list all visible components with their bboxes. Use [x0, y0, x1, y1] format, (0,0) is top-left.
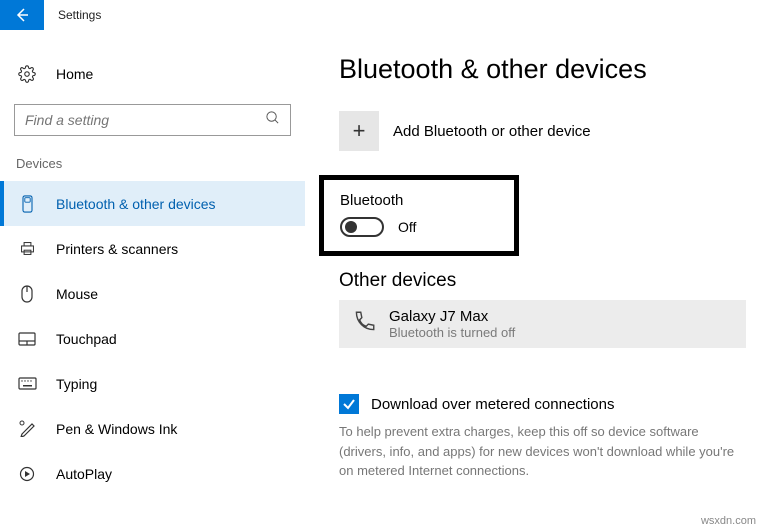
search-box[interactable] — [14, 104, 291, 136]
add-button[interactable]: + — [339, 111, 379, 151]
bluetooth-icon — [16, 195, 38, 213]
sidebar-item-bluetooth[interactable]: Bluetooth & other devices — [0, 181, 305, 226]
sidebar-item-label: Mouse — [56, 286, 98, 302]
search-input[interactable] — [15, 112, 252, 128]
metered-label: Download over metered connections — [371, 396, 614, 413]
pen-icon — [16, 420, 38, 437]
credit-text: wsxdn.com — [701, 515, 756, 527]
sidebar: Home Devices Bluetooth & other devices P… — [0, 30, 305, 531]
back-button[interactable] — [0, 0, 44, 30]
page-title: Bluetooth & other devices — [339, 54, 746, 85]
search-icon — [265, 110, 280, 130]
sidebar-item-pen[interactable]: Pen & Windows Ink — [0, 406, 305, 451]
keyboard-icon — [16, 377, 38, 390]
content-pane: Bluetooth & other devices + Add Bluetoot… — [305, 30, 764, 531]
sidebar-item-printers[interactable]: Printers & scanners — [0, 226, 305, 271]
sidebar-item-label: Touchpad — [56, 331, 117, 347]
device-item[interactable]: Galaxy J7 Max Bluetooth is turned off — [339, 300, 746, 348]
device-status: Bluetooth is turned off — [389, 325, 515, 340]
autoplay-icon — [16, 466, 38, 482]
plus-icon: + — [353, 118, 366, 144]
sidebar-item-label: Typing — [56, 376, 97, 392]
metered-help-text: To help prevent extra charges, keep this… — [339, 422, 739, 481]
touchpad-icon — [16, 332, 38, 346]
mouse-icon — [16, 285, 38, 303]
bluetooth-state: Off — [398, 219, 416, 235]
toggle-knob — [345, 221, 357, 233]
add-device-label: Add Bluetooth or other device — [393, 123, 591, 140]
printer-icon — [16, 240, 38, 257]
sidebar-item-mouse[interactable]: Mouse — [0, 271, 305, 316]
sidebar-item-label: Pen & Windows Ink — [56, 421, 177, 437]
sidebar-item-label: AutoPlay — [56, 466, 112, 482]
section-header: Devices — [0, 156, 305, 171]
sidebar-item-label: Bluetooth & other devices — [56, 196, 216, 212]
sidebar-item-typing[interactable]: Typing — [0, 361, 305, 406]
bluetooth-label: Bluetooth — [340, 192, 496, 209]
sidebar-item-autoplay[interactable]: AutoPlay — [0, 451, 305, 496]
other-devices-header: Other devices — [339, 270, 746, 292]
home-button[interactable]: Home — [0, 54, 305, 94]
sidebar-item-touchpad[interactable]: Touchpad — [0, 316, 305, 361]
home-label: Home — [56, 66, 93, 82]
arrow-left-icon — [14, 7, 30, 23]
metered-checkbox[interactable] — [339, 394, 359, 414]
title-bar: Settings — [0, 0, 764, 30]
phone-icon — [351, 309, 377, 340]
device-name: Galaxy J7 Max — [389, 308, 515, 325]
add-device-row[interactable]: + Add Bluetooth or other device — [339, 111, 746, 151]
sidebar-item-label: Printers & scanners — [56, 241, 178, 257]
metered-checkbox-row[interactable]: Download over metered connections — [339, 394, 746, 414]
bluetooth-toggle-block: Bluetooth Off — [319, 175, 519, 256]
app-title: Settings — [58, 8, 101, 22]
check-icon — [342, 397, 356, 411]
gear-icon — [16, 65, 38, 83]
bluetooth-toggle[interactable] — [340, 217, 384, 237]
